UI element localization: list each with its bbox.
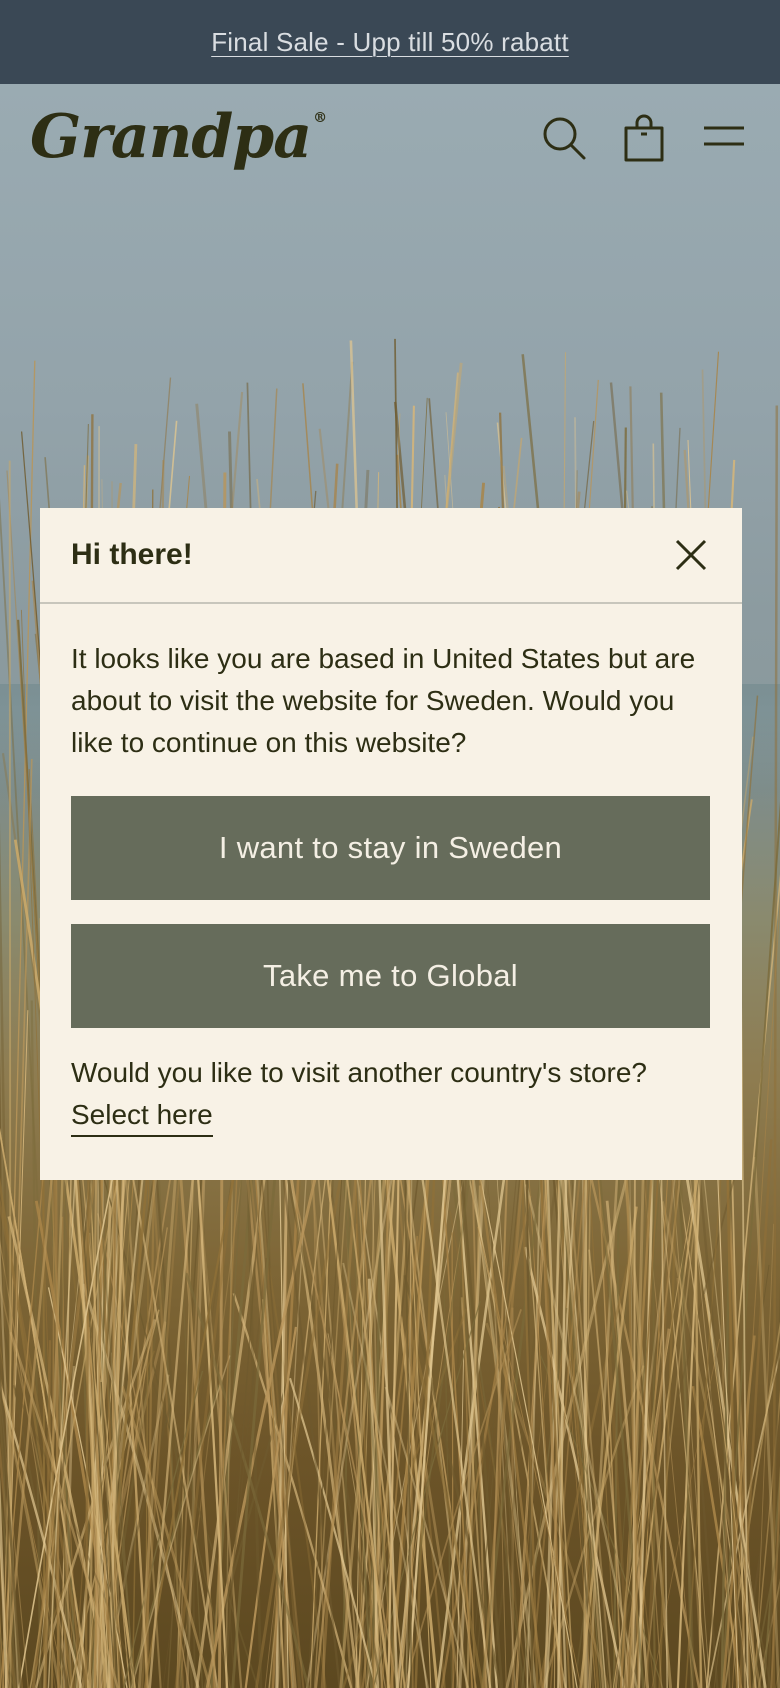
- country-selector-modal: Hi there! It looks like you are based in…: [40, 508, 742, 1180]
- modal-message: It looks like you are based in United St…: [71, 643, 696, 758]
- stay-in-sweden-button[interactable]: I want to stay in Sweden: [71, 796, 710, 900]
- close-icon: [675, 539, 707, 571]
- modal-title: Hi there!: [71, 538, 193, 571]
- take-me-to-global-button[interactable]: Take me to Global: [71, 924, 710, 1028]
- site-header: Grandpa ®: [0, 84, 780, 194]
- hamburger-menu-icon[interactable]: [700, 114, 748, 162]
- other-country-prompt: Would you like to visit another country'…: [71, 1052, 711, 1137]
- logo-text: Grandpa: [30, 102, 312, 172]
- modal-body: It looks like you are based in United St…: [40, 604, 742, 1137]
- shopping-bag-icon[interactable]: [620, 114, 668, 162]
- announcement-bar: Final Sale - Upp till 50% rabatt: [0, 0, 780, 84]
- other-country-text: Would you like to visit another country'…: [71, 1057, 647, 1088]
- search-icon[interactable]: [540, 114, 588, 162]
- modal-header: Hi there!: [40, 508, 742, 604]
- select-country-link[interactable]: Select here: [71, 1095, 213, 1137]
- registered-mark: ®: [313, 110, 327, 126]
- brand-logo[interactable]: Grandpa ®: [30, 102, 327, 172]
- close-button[interactable]: [674, 538, 708, 572]
- announcement-link[interactable]: Final Sale - Upp till 50% rabatt: [211, 27, 569, 58]
